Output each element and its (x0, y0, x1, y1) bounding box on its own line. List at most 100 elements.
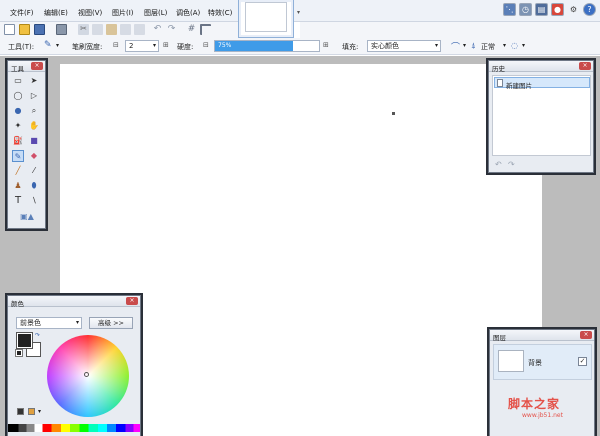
palette-dropdown-icon[interactable]: ▾ (38, 408, 41, 415)
menu-file[interactable]: 文件(F) (10, 8, 34, 18)
move-selection-icon[interactable]: ➤ (28, 75, 40, 87)
increase-width-icon[interactable]: ⊞ (163, 41, 169, 49)
deselect-icon[interactable] (134, 24, 145, 35)
main-toolbar: ✂ ↶ ↷ # (0, 22, 238, 38)
layers-panel: 图层 × 背景 ✓ (489, 329, 595, 436)
redo-icon[interactable]: ↷ (508, 160, 515, 169)
undo-icon[interactable]: ↶ (152, 24, 163, 35)
rectangle-select-icon[interactable]: ▭ (12, 75, 24, 87)
line-curve-icon[interactable]: ∖ (28, 195, 40, 207)
thumbnail-dropdown-icon[interactable]: ▾ (297, 9, 300, 16)
layers-window-icon[interactable]: ▤ (535, 3, 548, 16)
save-icon[interactable] (34, 24, 45, 35)
increase-hardness-icon[interactable]: ⊞ (323, 41, 329, 49)
crop-icon[interactable] (120, 24, 131, 35)
chevron-down-icon: ▾ (152, 42, 156, 49)
cut-icon[interactable]: ✂ (78, 24, 89, 35)
palette-add-icon[interactable] (28, 408, 35, 415)
close-icon[interactable]: × (579, 62, 591, 70)
clone-stamp-icon[interactable]: ♟ (12, 180, 24, 192)
chevron-down-icon: ▾ (75, 319, 79, 326)
ellipse-select-icon[interactable]: ● (12, 105, 24, 117)
tools-panel-titlebar[interactable]: 工具 × (8, 61, 45, 73)
history-panel-titlebar[interactable]: 历史 × (489, 61, 593, 73)
print-icon[interactable] (56, 24, 67, 35)
alpha-dropdown-icon[interactable]: ▾ (522, 42, 525, 49)
gradient-icon[interactable]: ■ (28, 135, 40, 147)
text-icon[interactable]: T (12, 195, 24, 207)
shapes-icon[interactable]: ▣▲ (16, 211, 38, 223)
menu-adjustments[interactable]: 调色(A) (176, 8, 200, 18)
eraser-icon[interactable]: ◆ (28, 150, 40, 162)
colors-panel-titlebar[interactable]: 颜色 × (8, 296, 140, 308)
decrease-hardness-icon[interactable]: ⊟ (203, 41, 209, 49)
antialias-icon[interactable]: ⌒ (451, 40, 460, 53)
canvas-resize-handle[interactable] (392, 112, 395, 115)
menu-edit[interactable]: 编辑(E) (44, 8, 68, 18)
zoom-icon[interactable]: ⌕ (28, 105, 40, 117)
new-file-icon[interactable] (4, 24, 15, 35)
paint-bucket-icon[interactable]: ⛽ (12, 135, 24, 147)
help-icon[interactable]: ? (583, 3, 596, 16)
menu-image[interactable]: 图片(I) (112, 8, 134, 18)
gear-icon[interactable]: ⚙ (567, 3, 580, 16)
primary-color-swatch[interactable] (16, 332, 33, 349)
magic-wand-icon[interactable]: ✦ (12, 120, 24, 132)
undo-icon[interactable]: ↶ (495, 160, 502, 169)
history-window-icon[interactable]: ◷ (519, 3, 532, 16)
color-picker-icon[interactable]: ⁄ (28, 165, 40, 177)
alpha-icon[interactable]: ◌ (511, 41, 518, 50)
blend-mode-value[interactable]: 正常 (481, 42, 495, 52)
paintbrush-icon[interactable]: ✎ (12, 150, 24, 162)
blend-mode-icon[interactable]: ⍋ (471, 41, 476, 51)
color-wheel-cursor[interactable] (84, 372, 89, 377)
swap-colors-icon[interactable]: ↷ (35, 332, 40, 339)
close-icon[interactable]: × (580, 331, 592, 339)
color-palette[interactable] (8, 424, 140, 432)
decrease-width-icon[interactable]: ⊟ (113, 41, 119, 49)
pencil-icon[interactable]: ╱ (12, 165, 24, 177)
history-item[interactable]: 新建图片 (494, 77, 590, 90)
layers-panel-titlebar[interactable]: 图层 × (490, 330, 594, 342)
menu-view[interactable]: 视图(V) (78, 8, 102, 18)
ruler-icon[interactable] (200, 24, 211, 35)
tools-panel: 工具 × ▭ ➤ ◯ ▷ ● ⌕ ✦ ✋ ⛽ ■ ✎ ◆ ╱ ⁄ ♟ ⬮ T ∖… (7, 60, 46, 229)
brush-width-select[interactable]: 2 ▾ (125, 40, 159, 52)
copy-icon[interactable] (92, 24, 103, 35)
open-folder-icon[interactable] (19, 24, 30, 35)
blend-dropdown-icon[interactable]: ▾ (503, 42, 506, 49)
menu-layers[interactable]: 图层(L) (144, 8, 167, 18)
image-thumbnail (245, 2, 287, 32)
layer-row[interactable]: 背景 ✓ (493, 344, 592, 380)
advanced-button[interactable]: 高级 >> (89, 317, 133, 329)
colors-window-icon[interactable]: ● (551, 3, 564, 16)
layer-visibility-checkbox[interactable]: ✓ (578, 357, 587, 366)
brush-tool-icon[interactable]: ✎ (44, 40, 52, 50)
pan-hand-icon[interactable]: ✋ (28, 120, 40, 132)
lasso-select-icon[interactable]: ◯ (12, 90, 24, 102)
fill-select[interactable]: 实心颜色 ▾ (367, 40, 441, 52)
image-thumbnail-tab[interactable] (238, 0, 294, 38)
menu-effects[interactable]: 特效(C) (208, 8, 232, 18)
redo-icon[interactable]: ↷ (166, 24, 177, 35)
grid-icon[interactable]: # (186, 24, 197, 35)
history-list: 新建图片 (492, 75, 591, 156)
hardness-value: 75% (218, 42, 232, 49)
antialias-dropdown-icon[interactable]: ▾ (463, 42, 466, 49)
hardness-slider[interactable]: 75% (214, 40, 320, 52)
close-icon[interactable]: × (31, 62, 43, 70)
brush-width-value: 2 (129, 42, 134, 50)
move-selected-icon[interactable]: ▷ (28, 90, 40, 102)
window-tools: ⋱ ◷ ▤ ● ⚙ ? (503, 3, 596, 19)
tool-dropdown-icon[interactable]: ▾ (56, 42, 59, 49)
tools-window-icon[interactable]: ⋱ (503, 3, 516, 16)
paste-icon[interactable] (106, 24, 117, 35)
document-icon (497, 79, 503, 87)
close-icon[interactable]: × (126, 297, 138, 305)
palette-menu-icon[interactable] (17, 408, 24, 415)
watermark-main: 脚本之家 (508, 397, 561, 411)
recolor-icon[interactable]: ⬮ (28, 180, 40, 192)
hardness-label: 硬度: (177, 43, 194, 51)
reset-colors-icon[interactable] (15, 349, 23, 357)
color-mode-select[interactable]: 前景色 ▾ (16, 317, 82, 329)
